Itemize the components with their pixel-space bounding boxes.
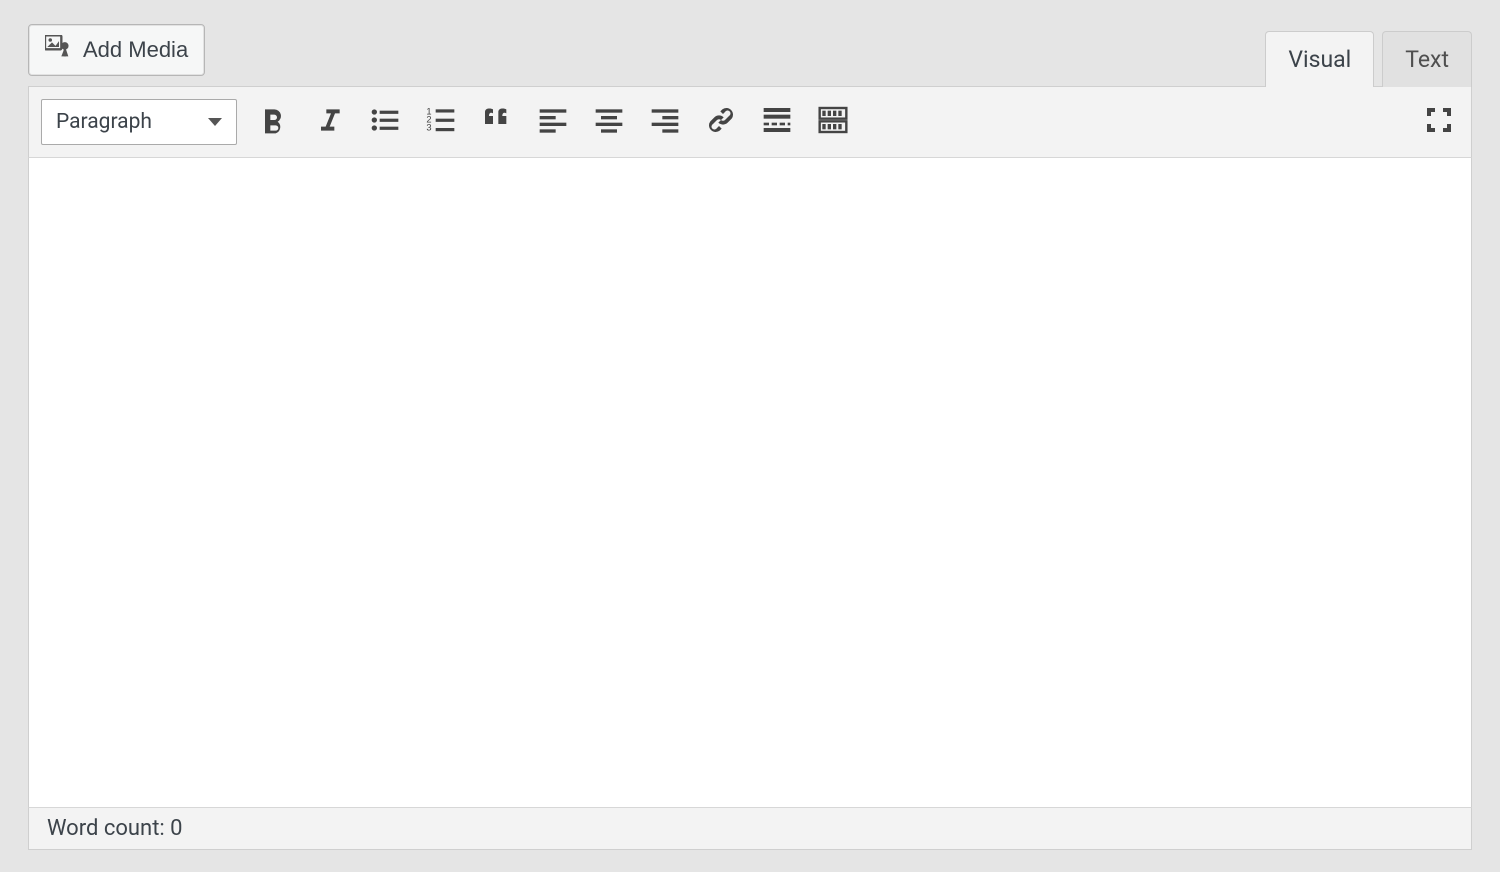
tab-text[interactable]: Text xyxy=(1382,31,1472,87)
blockquote-icon xyxy=(481,104,513,140)
bold-icon xyxy=(257,104,289,140)
align-center-button[interactable] xyxy=(589,102,629,142)
svg-text:3: 3 xyxy=(426,123,431,133)
media-icon xyxy=(45,35,73,65)
fullscreen-icon xyxy=(1423,104,1455,140)
editor-topbar: Add Media Visual Text xyxy=(28,22,1472,86)
blockquote-button[interactable] xyxy=(477,102,517,142)
bold-button[interactable] xyxy=(253,102,293,142)
align-center-icon xyxy=(593,104,625,140)
editor-wrap: Add Media Visual Text Paragraph xyxy=(28,22,1472,850)
fullscreen-button[interactable] xyxy=(1419,102,1459,142)
align-right-button[interactable] xyxy=(645,102,685,142)
bulleted-list-icon xyxy=(369,104,401,140)
tab-text-label: Text xyxy=(1405,46,1449,73)
toolbar-toggle-icon xyxy=(817,104,849,140)
read-more-icon xyxy=(761,104,793,140)
italic-icon xyxy=(313,104,345,140)
tab-visual[interactable]: Visual xyxy=(1265,31,1374,87)
insert-link-button[interactable] xyxy=(701,102,741,142)
read-more-button[interactable] xyxy=(757,102,797,142)
align-right-icon xyxy=(649,104,681,140)
align-left-icon xyxy=(537,104,569,140)
add-media-button[interactable]: Add Media xyxy=(28,24,205,76)
editor-toolbar: Paragraph 123 xyxy=(28,86,1472,158)
italic-button[interactable] xyxy=(309,102,349,142)
numbered-list-button[interactable]: 123 xyxy=(421,102,461,142)
align-left-button[interactable] xyxy=(533,102,573,142)
chevron-down-icon xyxy=(208,118,222,126)
format-select[interactable]: Paragraph xyxy=(41,99,237,145)
editor-tabs: Visual Text xyxy=(1265,31,1472,87)
format-select-label: Paragraph xyxy=(56,110,152,134)
add-media-label: Add Media xyxy=(83,37,188,63)
bulleted-list-button[interactable] xyxy=(365,102,405,142)
editor-statusbar: Word count: 0 xyxy=(28,808,1472,850)
numbered-list-icon: 123 xyxy=(425,104,457,140)
tab-visual-label: Visual xyxy=(1288,46,1351,73)
toolbar-toggle-button[interactable] xyxy=(813,102,853,142)
link-icon xyxy=(705,104,737,140)
word-count: Word count: 0 xyxy=(47,816,183,841)
editor-content[interactable] xyxy=(28,158,1472,808)
